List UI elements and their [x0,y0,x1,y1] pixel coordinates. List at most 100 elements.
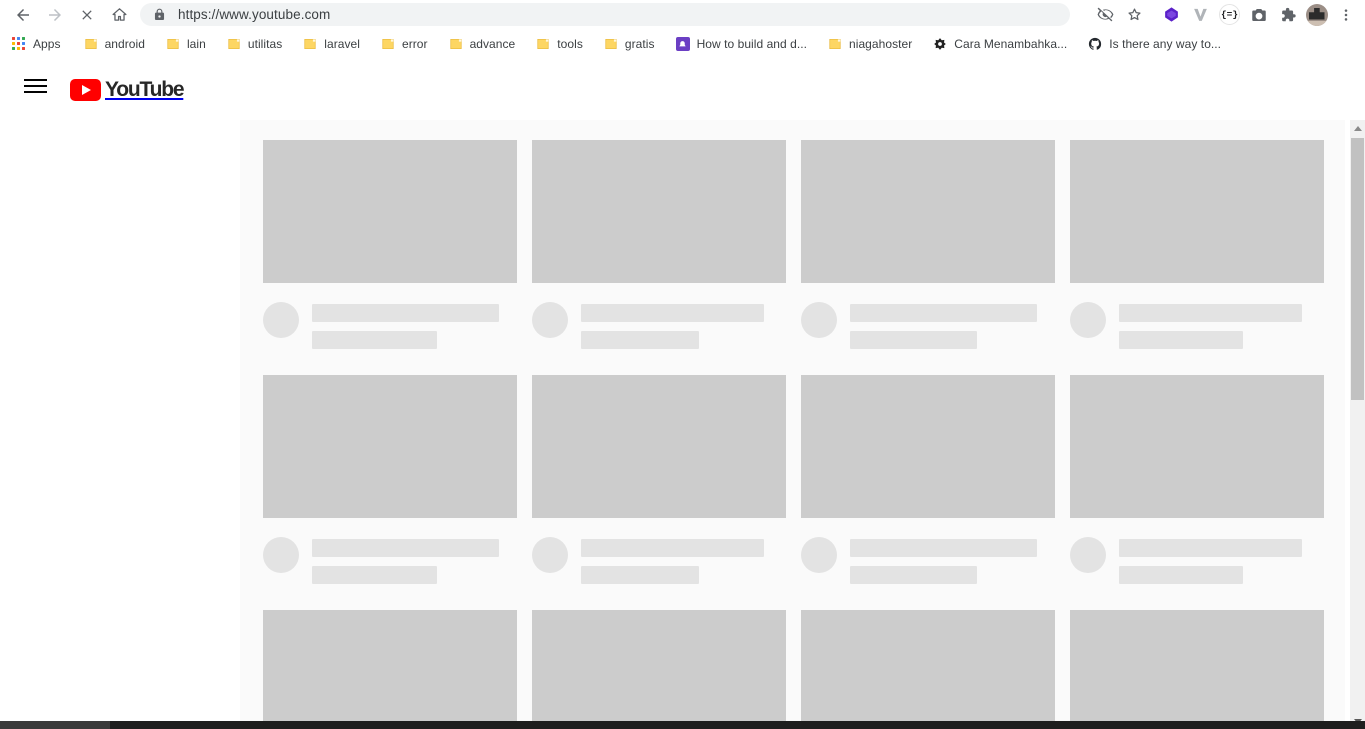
skeleton-card[interactable] [1070,610,1324,729]
back-arrow-icon [14,6,32,24]
bookmark-apps[interactable]: Apps [10,33,68,55]
camera-icon [1250,6,1268,24]
thumbnail-placeholder [263,375,517,518]
bookmark-cara-menambahkan[interactable]: Cara Menambahka... [931,33,1074,55]
subtitle-line-placeholder [312,331,437,349]
bookmark-lain[interactable]: lain [164,33,213,55]
vertical-scrollbar-thumb[interactable] [1351,138,1364,400]
dark-circle-favicon-icon [933,37,947,51]
bookmark-label: utilitas [247,37,283,51]
thumbnail-placeholder [1070,375,1324,518]
skeleton-card[interactable] [263,375,517,584]
bookmarks-bar: Apps android lain utilitas laravel error… [0,30,1365,58]
bookmark-star-button[interactable] [1120,1,1149,29]
skeleton-card[interactable] [532,140,786,349]
scroll-up-arrow-icon[interactable] [1350,120,1365,136]
skeleton-card[interactable] [263,610,517,729]
subtitle-line-placeholder [581,331,699,349]
thumbnail-placeholder [801,375,1055,518]
bookmark-is-there-any-way[interactable]: Is there any way to... [1086,33,1228,55]
bookmark-how-to-build[interactable]: How to build and d... [674,33,814,55]
bookmark-label: android [104,37,145,51]
folder-icon [166,37,180,51]
channel-avatar-placeholder [532,302,568,338]
forward-arrow-icon [46,6,64,24]
bookmark-niagahoster[interactable]: niagahoster [826,33,919,55]
guide-menu-button[interactable] [24,79,47,93]
youtube-masthead: YouTube [0,58,1352,114]
bookmark-label: laravel [324,37,360,51]
home-icon [111,6,128,23]
braces-extension-icon: {=} [1219,4,1240,25]
profile-avatar-button[interactable] [1302,1,1331,29]
skeleton-card[interactable] [801,375,1055,584]
youtube-logo[interactable]: YouTube [70,79,185,101]
home-button[interactable] [104,1,134,29]
extensions-puzzle-button[interactable] [1273,1,1302,29]
skeleton-card[interactable] [532,610,786,729]
vertical-scrollbar[interactable] [1350,120,1365,729]
browser-toolbar-actions: {=} [1091,0,1365,29]
skeleton-card[interactable] [263,140,517,349]
skeleton-card[interactable] [801,610,1055,729]
chrome-menu-icon [1338,7,1354,23]
purple-favicon-icon [675,37,690,51]
bookmark-label: gratis [624,37,655,51]
folder-icon [536,37,550,51]
card-meta [532,302,786,349]
browser-toolbar: https://www.youtube.com {=} [0,0,1365,29]
folder-icon [227,37,241,51]
thumbnail-placeholder [1070,610,1324,729]
skeleton-card[interactable] [801,140,1055,349]
thumbnail-placeholder [263,610,517,729]
bookmark-error[interactable]: error [379,33,435,55]
title-line-placeholder [581,539,764,557]
hamburger-line [24,85,47,87]
channel-avatar-placeholder [801,302,837,338]
video-grid-region [240,120,1345,729]
subtitle-line-placeholder [850,331,977,349]
title-line-placeholder [312,304,499,322]
thumbnail-placeholder [801,140,1055,283]
title-line-placeholder [850,539,1037,557]
title-line-placeholder [1119,539,1302,557]
chrome-menu-button[interactable] [1331,1,1360,29]
camera-extension-button[interactable] [1244,1,1273,29]
horizontal-scrollbar-thumb[interactable] [0,721,110,729]
bookmark-gratis[interactable]: gratis [602,33,662,55]
folder-icon [303,37,317,51]
card-meta [1070,302,1324,349]
bookmark-tools[interactable]: tools [534,33,590,55]
back-button[interactable] [8,1,38,29]
hamburger-line [24,91,47,93]
stop-loading-button[interactable] [72,1,102,29]
puzzle-extensions-icon [1279,6,1297,24]
card-meta [801,302,1055,349]
folder-icon [449,37,463,51]
lock-icon [152,8,167,22]
card-meta [532,537,786,584]
apps-grid-icon [12,37,26,51]
horizontal-scrollbar[interactable] [0,721,1365,729]
v-extension-button[interactable] [1186,1,1215,29]
bookmark-android[interactable]: android [82,33,152,55]
skeleton-card[interactable] [532,375,786,584]
card-meta [801,537,1055,584]
skeleton-grid [263,140,1328,729]
purple-diamond-extension-button[interactable] [1157,1,1186,29]
skeleton-card[interactable] [1070,375,1324,584]
bookmark-utilitas[interactable]: utilitas [225,33,289,55]
forward-button[interactable] [40,1,70,29]
folder-icon [84,37,98,51]
address-bar[interactable]: https://www.youtube.com [140,3,1070,26]
braces-extension-button[interactable]: {=} [1215,1,1244,29]
skeleton-card[interactable] [1070,140,1324,349]
browser-chrome: https://www.youtube.com {=} Apps android… [0,0,1365,58]
title-line-placeholder [581,304,764,322]
address-bar-url: https://www.youtube.com [178,7,331,22]
bookmark-laravel[interactable]: laravel [301,33,367,55]
subtitle-line-placeholder [581,566,699,584]
bookmark-advance[interactable]: advance [447,33,523,55]
folder-icon [604,37,618,51]
eye-slash-icon-button[interactable] [1091,1,1120,29]
